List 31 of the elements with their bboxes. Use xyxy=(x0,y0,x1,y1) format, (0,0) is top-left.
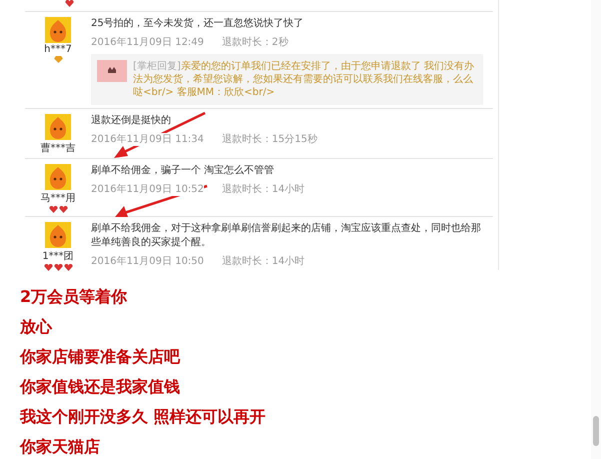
review-date: 2016年11月09日 12:49 xyxy=(91,36,204,49)
review-text: 刷单不给我佣金，对于这种拿刷单刷信誉刷起来的店铺，淘宝应该重点查处，同时也给那些单纯善良的买家提个醒。 xyxy=(91,222,482,250)
user-name: 1***团 xyxy=(42,250,74,263)
user-name: h***7 xyxy=(44,44,72,55)
refund-duration: 退款时长：14小时 xyxy=(222,255,305,268)
review-date: 2016年11月09日 11:34 xyxy=(91,133,204,146)
comment-text: 你家店铺要准备关店吧 xyxy=(20,346,180,368)
review-date: 2016年11月09日 10:52 xyxy=(91,183,204,196)
user-name: 曹***吉 xyxy=(40,142,76,155)
avatar-icon xyxy=(45,114,71,140)
comment-text: 我这个刚开没多久 照样还可以再开 xyxy=(20,406,266,428)
review-text: 刷单不给佣金，骗子一个 淘宝怎么不管管 xyxy=(91,164,276,178)
refund-duration: 退款时长：15分15秒 xyxy=(222,133,318,146)
refund-duration: 退款时长：14小时 xyxy=(222,183,305,196)
scrollbar-thumb[interactable] xyxy=(593,416,599,446)
refund-duration: 退款时长：2秒 xyxy=(222,36,288,49)
comment-text: 你家值钱还是我家值钱 xyxy=(20,376,180,398)
user-name: 马***用 xyxy=(40,192,76,205)
review-text: 25号拍的，至今未发货，还一直忽悠说快了快了 xyxy=(91,17,305,31)
review-text: 退款还倒是挺快的 xyxy=(91,114,172,128)
avatar-icon xyxy=(45,17,71,43)
avatar-icon xyxy=(45,164,71,190)
diamond-icon xyxy=(54,56,62,63)
shop-logo-icon xyxy=(97,60,127,82)
reply-text: [掌柜回复]亲爱的您的订单我们已经在安排了，由于您申请退款了 我们没有办法为您发货，希望您谅解，您如果还有需要的话可以联系我们在线客服，么么哒<br/> 客服MM：欣欣<br/> xyxy=(133,60,475,99)
comment-text: 2万会员等着你 xyxy=(20,286,128,308)
review-date: 2016年11月09日 10:50 xyxy=(91,255,204,268)
heart-icon xyxy=(65,0,74,7)
avatar-icon xyxy=(45,222,71,248)
comment-text: 你家天猫店 xyxy=(20,436,100,458)
comment-text: 放心 xyxy=(20,316,52,338)
